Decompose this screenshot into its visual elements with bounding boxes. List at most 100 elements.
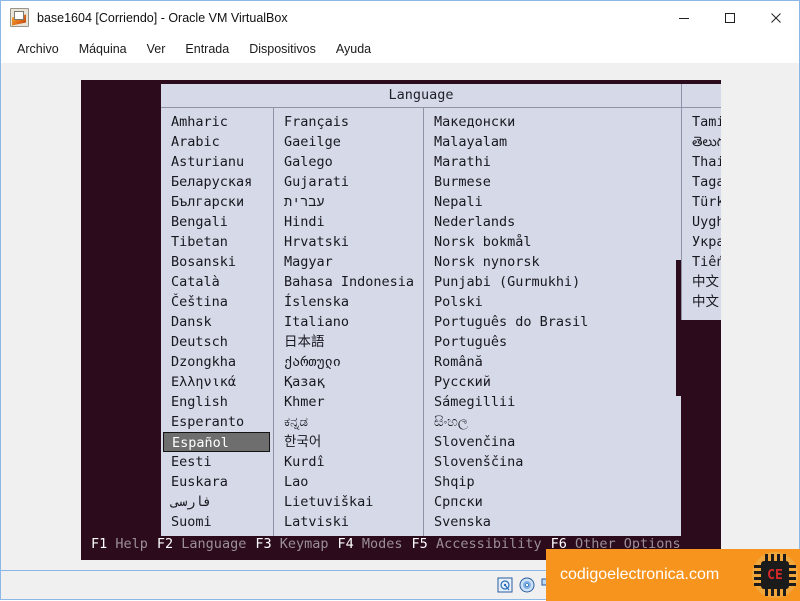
language-item[interactable]: 한국어: [274, 432, 423, 452]
language-item[interactable]: English: [161, 392, 273, 412]
language-column-3: Македонски Malayalam Marathi Burmese Nepali N…: [424, 108, 596, 536]
menu-item-maquina[interactable]: Máquina: [69, 38, 137, 60]
language-item[interactable]: Dansk: [161, 312, 273, 332]
language-item[interactable]: සිංහල: [424, 412, 596, 432]
language-item[interactable]: Tiếng Việt: [682, 252, 721, 272]
language-item[interactable]: Български: [161, 192, 273, 212]
language-item[interactable]: Català: [161, 272, 273, 292]
language-item[interactable]: Slovenščina: [424, 452, 596, 472]
language-item[interactable]: Amharic: [161, 112, 273, 132]
language-item[interactable]: Hindi: [274, 212, 423, 232]
language-item[interactable]: Қазақ: [274, 372, 423, 392]
language-item[interactable]: ქართული: [274, 352, 423, 372]
language-item[interactable]: Deutsch: [161, 332, 273, 352]
menu-item-dispositivos[interactable]: Dispositivos: [239, 38, 326, 60]
language-item[interactable]: Magyar: [274, 252, 423, 272]
language-item[interactable]: Khmer: [274, 392, 423, 412]
menu-item-ver[interactable]: Ver: [137, 38, 176, 60]
language-item[interactable]: Arabic: [161, 132, 273, 152]
language-item[interactable]: Uyghur: [682, 212, 721, 232]
language-item[interactable]: Íslenska: [274, 292, 423, 312]
language-item[interactable]: Français: [274, 112, 423, 132]
language-item[interactable]: Čeština: [161, 292, 273, 312]
language-item[interactable]: Македонски: [424, 112, 596, 132]
language-item[interactable]: Українська: [682, 232, 721, 252]
maximize-button[interactable]: [707, 1, 753, 34]
language-item[interactable]: Sámegillii: [424, 392, 596, 412]
language-item[interactable]: Bosanski: [161, 252, 273, 272]
language-item[interactable]: Esperanto: [161, 412, 273, 432]
language-item[interactable]: Беларуская: [161, 172, 273, 192]
language-item[interactable]: Tagalog: [682, 172, 721, 192]
language-item[interactable]: ಕನ್ನಡ: [274, 412, 423, 432]
language-item[interactable]: עברית: [274, 192, 423, 212]
language-item[interactable]: Tamil: [682, 112, 721, 132]
titlebar: base1604 [Corriendo] - Oracle VM Virtual…: [1, 1, 799, 35]
language-item[interactable]: Svenska: [424, 512, 596, 532]
language-item[interactable]: Shqip: [424, 472, 596, 492]
language-item[interactable]: Bengali: [161, 212, 273, 232]
function-key-f1[interactable]: F1 Help: [91, 536, 148, 552]
chip-logo-text: CE: [761, 561, 789, 589]
language-item[interactable]: Norsk bokmål: [424, 232, 596, 252]
menu-item-ayuda[interactable]: Ayuda: [326, 38, 381, 60]
language-item[interactable]: Punjabi (Gurmukhi): [424, 272, 596, 292]
function-key-f3[interactable]: F3 Keymap: [255, 536, 328, 552]
function-key-f4[interactable]: F4 Modes: [338, 536, 403, 552]
language-item[interactable]: Asturianu: [161, 152, 273, 172]
language-item[interactable]: فارسی: [161, 492, 273, 512]
language-item[interactable]: 中文(简体): [682, 272, 721, 292]
virtualbox-icon: [10, 8, 29, 27]
language-column-2: Français Gaeilge Galego Gujarati עברית Hindi H…: [274, 108, 424, 536]
language-item[interactable]: 中文(繁體): [682, 292, 721, 312]
language-item[interactable]: Nepali: [424, 192, 596, 212]
hard-disk-icon[interactable]: [497, 577, 513, 593]
language-item[interactable]: Română: [424, 352, 596, 372]
language-item[interactable]: Ελληνικά: [161, 372, 273, 392]
language-item[interactable]: Lietuviškai: [274, 492, 423, 512]
language-item[interactable]: Thai: [682, 152, 721, 172]
language-item[interactable]: Norsk nynorsk: [424, 252, 596, 272]
language-item[interactable]: Polski: [424, 292, 596, 312]
menu-item-archivo[interactable]: Archivo: [7, 38, 69, 60]
language-item[interactable]: Lao: [274, 472, 423, 492]
language-item[interactable]: Dzongkha: [161, 352, 273, 372]
language-item[interactable]: Suomi: [161, 512, 273, 532]
menu-item-entrada[interactable]: Entrada: [175, 38, 239, 60]
function-key-f2[interactable]: F2 Language: [157, 536, 246, 552]
function-key-f5[interactable]: F5 Accessibility: [412, 536, 542, 552]
language-item[interactable]: Kurdî: [274, 452, 423, 472]
language-item[interactable]: తెలుగు: [682, 132, 721, 152]
language-item[interactable]: Gujarati: [274, 172, 423, 192]
virtualbox-window: base1604 [Corriendo] - Oracle VM Virtual…: [0, 0, 800, 601]
language-item[interactable]: Bahasa Indonesia: [274, 272, 423, 292]
language-item[interactable]: Eesti: [161, 452, 273, 472]
watermark-banner: codigoelectronica.com CE: [546, 549, 800, 601]
language-item[interactable]: Hrvatski: [274, 232, 423, 252]
language-item[interactable]: Marathi: [424, 152, 596, 172]
language-item[interactable]: Português: [424, 332, 596, 352]
language-item[interactable]: Galego: [274, 152, 423, 172]
language-item[interactable]: Tibetan: [161, 232, 273, 252]
close-button[interactable]: [753, 1, 799, 34]
language-item[interactable]: Euskara: [161, 472, 273, 492]
language-item[interactable]: Latviski: [274, 512, 423, 532]
language-item[interactable]: Slovenčina: [424, 432, 596, 452]
language-item[interactable]: 日本語: [274, 332, 423, 352]
language-item[interactable]: Malayalam: [424, 132, 596, 152]
language-item[interactable]: Nederlands: [424, 212, 596, 232]
language-panel: Language Amharic Arabic Asturianu Беларуска…: [161, 84, 681, 536]
language-item[interactable]: Türkçe: [682, 192, 721, 212]
language-column-4: TamilతెలుగుThaiTagalogTürkçeUyghurУкраїн…: [682, 108, 721, 316]
language-item[interactable]: Русский: [424, 372, 596, 392]
language-item[interactable]: Српски: [424, 492, 596, 512]
vm-screen[interactable]: Language Amharic Arabic Asturianu Беларуска…: [81, 80, 721, 560]
language-item[interactable]: Gaeilge: [274, 132, 423, 152]
window-title: base1604 [Corriendo] - Oracle VM Virtual…: [37, 10, 288, 25]
minimize-button[interactable]: [661, 1, 707, 34]
optical-disc-icon[interactable]: [519, 577, 535, 593]
language-item[interactable]: Italiano: [274, 312, 423, 332]
language-item[interactable]: Burmese: [424, 172, 596, 192]
language-item[interactable]: Português do Brasil: [424, 312, 596, 332]
language-item[interactable]: Español: [163, 432, 270, 452]
